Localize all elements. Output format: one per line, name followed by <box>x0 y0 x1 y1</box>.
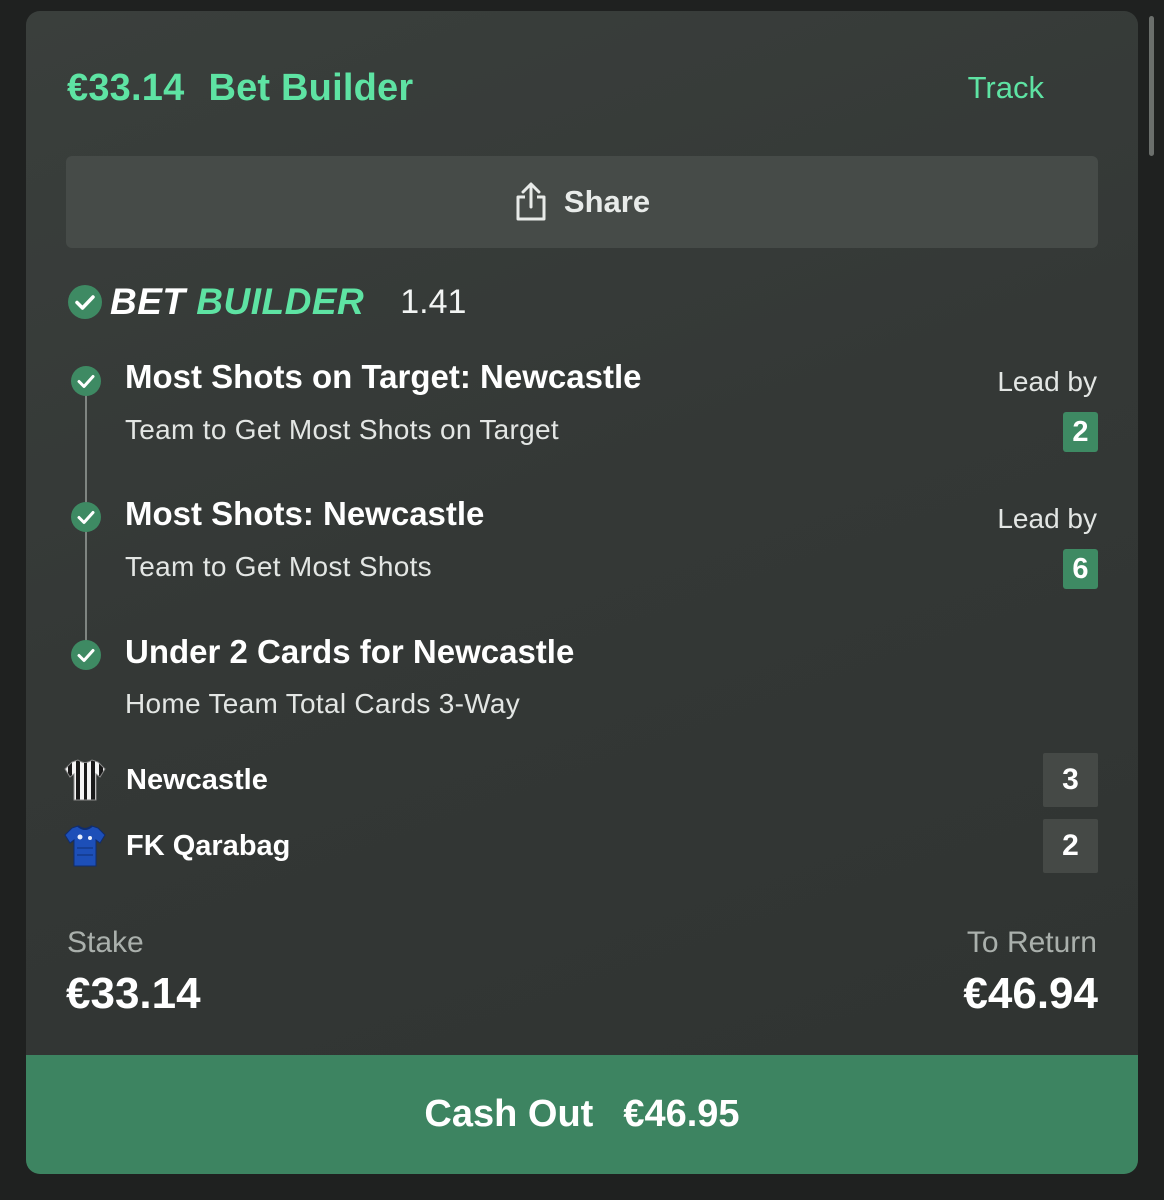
team-score: 2 <box>1043 819 1098 873</box>
scrollbar[interactable] <box>1149 16 1154 156</box>
header-title: Bet Builder <box>208 66 414 109</box>
track-link[interactable]: Track <box>968 70 1044 106</box>
header-left: €33.14 Bet Builder <box>67 67 413 110</box>
bet-odds: 1.41 <box>400 282 467 321</box>
leg-title: Most Shots: Newcastle <box>125 495 485 532</box>
check-circle-icon <box>71 366 101 396</box>
team-row-away: FK Qarabag 2 <box>64 819 1098 873</box>
check-circle-icon <box>68 285 102 319</box>
share-button[interactable]: Share <box>66 156 1098 248</box>
lead-badge: 6 <box>1063 549 1098 589</box>
return-label: To Return <box>966 926 1097 959</box>
lead-label: Lead by <box>997 503 1097 534</box>
share-icon <box>514 182 548 222</box>
team-score: 3 <box>1043 753 1098 807</box>
bet-builder-row: BET BUILDER 1.41 <box>68 281 466 323</box>
leg-subtitle: Team to Get Most Shots <box>125 551 432 582</box>
share-label: Share <box>563 184 651 219</box>
bet-builder-logo-bet: BET <box>110 281 186 322</box>
leg-title: Most Shots on Target: Newcastle <box>125 358 642 395</box>
check-circle-icon <box>71 502 101 532</box>
striped-shirt-icon <box>64 758 106 802</box>
header-amount: €33.14 <box>67 66 185 109</box>
leg-subtitle: Home Team Total Cards 3-Way <box>125 688 521 719</box>
lead-label: Lead by <box>997 366 1097 397</box>
cash-out-button[interactable]: Cash Out €46.95 <box>26 1055 1138 1174</box>
cash-out-label: Cash Out <box>424 1093 594 1135</box>
leg-subtitle: Team to Get Most Shots on Target <box>125 414 559 445</box>
bet-header: €33.14 Bet Builder Track <box>67 63 1098 113</box>
bet-builder-logo-builder: BUILDER <box>196 281 365 322</box>
stake-value: €33.14 <box>66 969 201 1018</box>
check-circle-icon <box>71 640 101 670</box>
bet-builder-logo: BET BUILDER <box>110 281 364 323</box>
bet-card: €33.14 Bet Builder Track Share BET BUILD… <box>26 11 1138 1174</box>
team-name: Newcastle <box>126 763 268 796</box>
leg-title: Under 2 Cards for Newcastle <box>125 633 575 670</box>
cash-out-amount: €46.95 <box>623 1093 740 1135</box>
lead-badge: 2 <box>1063 412 1098 452</box>
team-name: FK Qarabag <box>126 829 291 862</box>
team-row-home: Newcastle 3 <box>64 753 1098 807</box>
stake-label: Stake <box>67 926 144 959</box>
return-value: €46.94 <box>963 969 1098 1018</box>
blue-shirt-icon <box>64 824 106 868</box>
